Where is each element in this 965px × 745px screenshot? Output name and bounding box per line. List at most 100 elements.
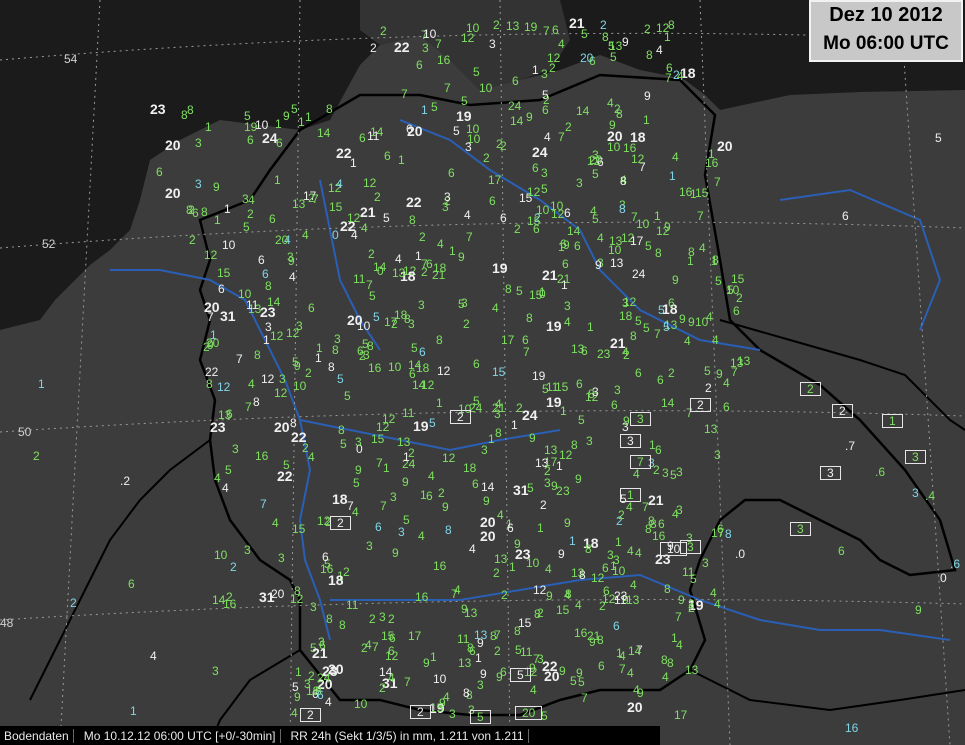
station-value: 20 (480, 528, 496, 544)
station-value: 7 (714, 175, 721, 189)
station-value: 5 (344, 389, 351, 403)
station-value: 3 (244, 543, 251, 557)
station-value: 7 (523, 345, 530, 359)
station-value: 1 (532, 63, 539, 77)
map-time: Mo 06:00 UTC (823, 33, 949, 54)
station-value: 1 (587, 320, 594, 334)
station-value: 8 (206, 377, 213, 391)
station-value: 7 (543, 24, 550, 38)
station-value: 4 (302, 228, 309, 242)
station-value: 5 (592, 167, 599, 181)
station-value-outlying: 3 (212, 664, 219, 678)
station-value: 11 (520, 645, 533, 659)
station-value: 1 (509, 560, 516, 574)
station-value: 3 (537, 652, 544, 666)
station-value: 12 (533, 583, 547, 597)
station-value: 5 (283, 458, 290, 472)
station-value: 16 (223, 597, 237, 611)
station-value-boxed: 3 (680, 540, 701, 554)
station-value: 21 (432, 268, 446, 282)
station-value: 3 (232, 442, 239, 456)
station-value-outlying: .4 (925, 489, 936, 503)
station-value: 3 (676, 503, 683, 517)
station-value: 6 (562, 257, 569, 271)
station-value: 13 (704, 422, 718, 436)
station-value: 3 (195, 177, 202, 191)
station-value: 8 (526, 311, 533, 325)
station-value: 4 (558, 37, 565, 51)
station-value: 3 (662, 466, 669, 480)
station-value: 6 (723, 400, 730, 414)
station-value: 6 (500, 211, 507, 225)
station-value: 8 (436, 333, 443, 347)
station-value: 24 (469, 401, 483, 415)
station-value: 2 (370, 41, 377, 55)
station-value: 20 (580, 51, 594, 65)
station-value: 1 (210, 328, 217, 342)
station-value: 6 (359, 131, 366, 145)
station-value: 1 (205, 120, 212, 134)
station-value: 8 (646, 48, 653, 62)
station-value: 31 (513, 482, 529, 498)
station-value: 21 (542, 267, 558, 283)
station-value: 10 (607, 140, 621, 154)
station-value: 4 (291, 706, 298, 720)
station-value: 4 (723, 376, 730, 390)
station-value: 8 (712, 253, 719, 267)
station-value: 24 (522, 407, 538, 423)
station-value: 5 (243, 220, 250, 234)
station-value: 2 (618, 508, 625, 522)
station-value: 8 (326, 612, 333, 626)
station-value: 4 (635, 546, 642, 560)
station-value: 4 (289, 270, 296, 284)
station-value: 18 (332, 491, 348, 507)
station-value: 4 (308, 450, 315, 464)
station-value: 7 (675, 610, 682, 624)
station-value: 15 (556, 603, 570, 617)
station-value: 6 (668, 296, 675, 310)
station-value-boxed: 2 (832, 404, 853, 418)
station-value-outlying: 4 (150, 649, 157, 663)
station-value-boxed: 1 (882, 414, 903, 428)
station-value: 5 (542, 88, 549, 102)
station-value: 11 (246, 298, 259, 312)
station-value: 4 (672, 150, 679, 164)
station-value: 13 (494, 552, 508, 566)
station-value: 12 (217, 380, 231, 394)
station-value: 10 (550, 199, 564, 213)
station-value: 11 (682, 565, 695, 579)
station-value: 14 (408, 358, 422, 372)
station-value: 4 (626, 500, 633, 514)
station-value-outlying: 2 (70, 596, 77, 610)
station-value: 4 (684, 334, 691, 348)
station-value: 24 (532, 144, 548, 160)
station-value: 7 (376, 456, 383, 470)
station-value: 1 (421, 103, 428, 117)
station-value-outlying: 1 (130, 704, 137, 718)
lat-label-50: 50 (18, 425, 32, 439)
station-value: 16 (705, 156, 719, 170)
station-value: 2 (501, 588, 508, 602)
station-value: 1 (420, 488, 427, 502)
station-value: 7 (401, 87, 408, 101)
station-value: 20 (271, 587, 285, 601)
station-value: 4 (656, 43, 663, 57)
station-value: 1 (415, 249, 422, 263)
station-value: 20 (407, 123, 423, 139)
station-value: 10 (255, 118, 269, 132)
station-value: 2 (549, 61, 556, 75)
station-value-boxed: 1 (620, 488, 641, 502)
station-value: 6 (603, 584, 610, 598)
station-value: 1 (671, 631, 678, 645)
station-value: 9 (546, 589, 553, 603)
station-value: 24 (317, 671, 331, 685)
station-value: 2 (438, 486, 445, 500)
station-value: 9 (664, 220, 671, 234)
station-value: 5 (225, 463, 232, 477)
station-value: 7 (207, 310, 214, 324)
station-value: 12 (363, 176, 377, 190)
station-value: 2 (230, 560, 237, 574)
station-value: 13 (392, 266, 406, 280)
lat-label-48: 48 (0, 616, 14, 630)
station-value: 3 (418, 298, 425, 312)
